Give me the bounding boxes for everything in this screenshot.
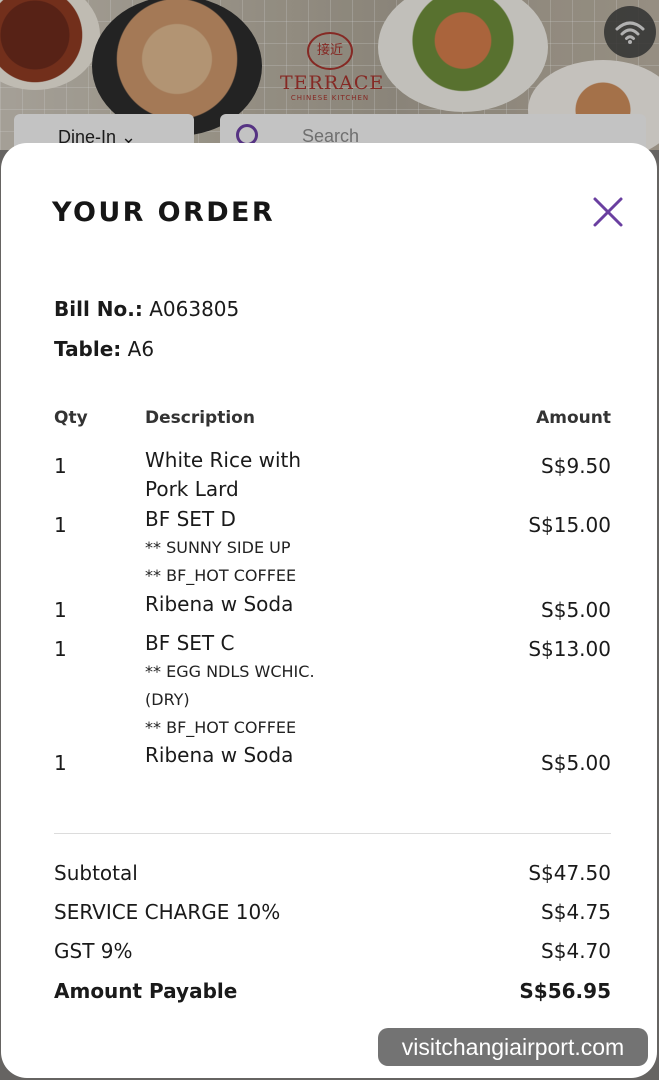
table-value: A6 bbox=[127, 337, 155, 361]
bill-number: Bill No.: A063805 bbox=[54, 297, 239, 321]
item-description: White Rice with Pork Lard bbox=[145, 448, 302, 501]
item-description: Ribena w Soda bbox=[145, 743, 294, 767]
item-modifier: ** BF_HOT COFFEE bbox=[145, 566, 297, 585]
item-modifier: ** EGG NDLS WCHIC.(DRY) bbox=[145, 662, 315, 709]
close-button[interactable] bbox=[591, 195, 625, 229]
item-qty: 1 bbox=[54, 513, 67, 537]
column-header-qty: Qty bbox=[54, 408, 88, 428]
amount-payable-label: Amount Payable bbox=[54, 979, 238, 1003]
column-header-amount: Amount bbox=[536, 408, 611, 428]
item-amount: S$5.00 bbox=[541, 598, 611, 622]
item-description: BF SET D ** SUNNY SIDE UP ** BF_HOT COFF… bbox=[145, 505, 345, 590]
amount-payable-value: S$56.95 bbox=[519, 979, 611, 1003]
item-modifier: ** BF_HOT COFFEE bbox=[145, 718, 297, 737]
service-charge-value: S$4.75 bbox=[541, 900, 611, 924]
item-amount: S$15.00 bbox=[528, 513, 611, 537]
item-qty: 1 bbox=[54, 637, 67, 661]
bill-label: Bill No.: bbox=[54, 297, 143, 321]
gst-value: S$4.70 bbox=[541, 939, 611, 963]
item-modifier: ** SUNNY SIDE UP bbox=[145, 538, 291, 557]
subtotal-value: S$47.50 bbox=[528, 861, 611, 885]
subtotal-label: Subtotal bbox=[54, 861, 138, 885]
item-description: BF SET C ** EGG NDLS WCHIC.(DRY) ** BF_H… bbox=[145, 629, 325, 742]
item-amount: S$13.00 bbox=[528, 637, 611, 661]
watermark: visitchangiairport.com bbox=[378, 1028, 648, 1066]
item-qty: 1 bbox=[54, 751, 67, 775]
service-charge-label: SERVICE CHARGE 10% bbox=[54, 900, 281, 924]
close-icon bbox=[593, 197, 623, 227]
item-amount: S$5.00 bbox=[541, 751, 611, 775]
gst-label: GST 9% bbox=[54, 939, 133, 963]
item-description: Ribena w Soda bbox=[145, 592, 294, 616]
item-name: BF SET D bbox=[145, 507, 236, 531]
table-number: Table: A6 bbox=[54, 337, 154, 361]
modal-title: YOUR ORDER bbox=[52, 197, 276, 228]
column-header-description: Description bbox=[145, 408, 255, 428]
bill-value: A063805 bbox=[149, 297, 240, 321]
summary-divider bbox=[54, 833, 611, 834]
item-name: BF SET C bbox=[145, 631, 235, 655]
table-label: Table: bbox=[54, 337, 122, 361]
order-modal: YOUR ORDER Bill No.: A063805 Table: A6 Q… bbox=[1, 143, 657, 1078]
item-qty: 1 bbox=[54, 454, 67, 478]
item-amount: S$9.50 bbox=[541, 454, 611, 478]
item-qty: 1 bbox=[54, 598, 67, 622]
